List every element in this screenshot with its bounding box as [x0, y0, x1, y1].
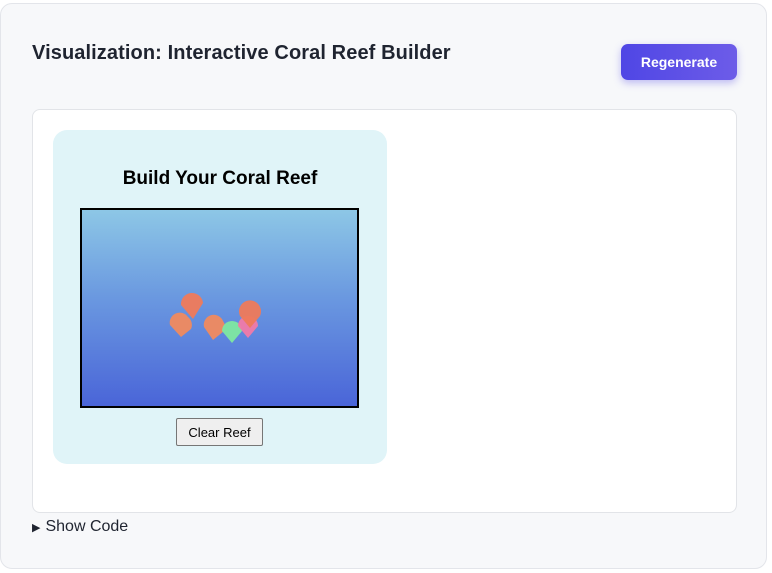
reef-builder-card: Build Your Coral Reef Clear Reef — [53, 130, 387, 464]
reef-drawing — [169, 292, 261, 343]
show-code-toggle[interactable]: ▶ Show Code — [32, 518, 128, 536]
visualization-card: Visualization: Interactive Coral Reef Bu… — [0, 3, 767, 569]
regenerate-button[interactable]: Regenerate — [621, 44, 737, 80]
show-code-label: Show Code — [45, 518, 129, 535]
triangle-right-icon: ▶ — [32, 522, 41, 534]
clear-reef-button[interactable]: Clear Reef — [176, 418, 263, 446]
reef-canvas[interactable] — [80, 208, 359, 408]
coral-orange-left — [169, 312, 192, 337]
reef-heading: Build Your Coral Reef — [122, 168, 318, 189]
coral-orange-middle — [203, 314, 225, 340]
visualization-panel: Build Your Coral Reef Clear Reef — [32, 109, 737, 513]
page-title: Visualization: Interactive Coral Reef Bu… — [32, 42, 451, 64]
